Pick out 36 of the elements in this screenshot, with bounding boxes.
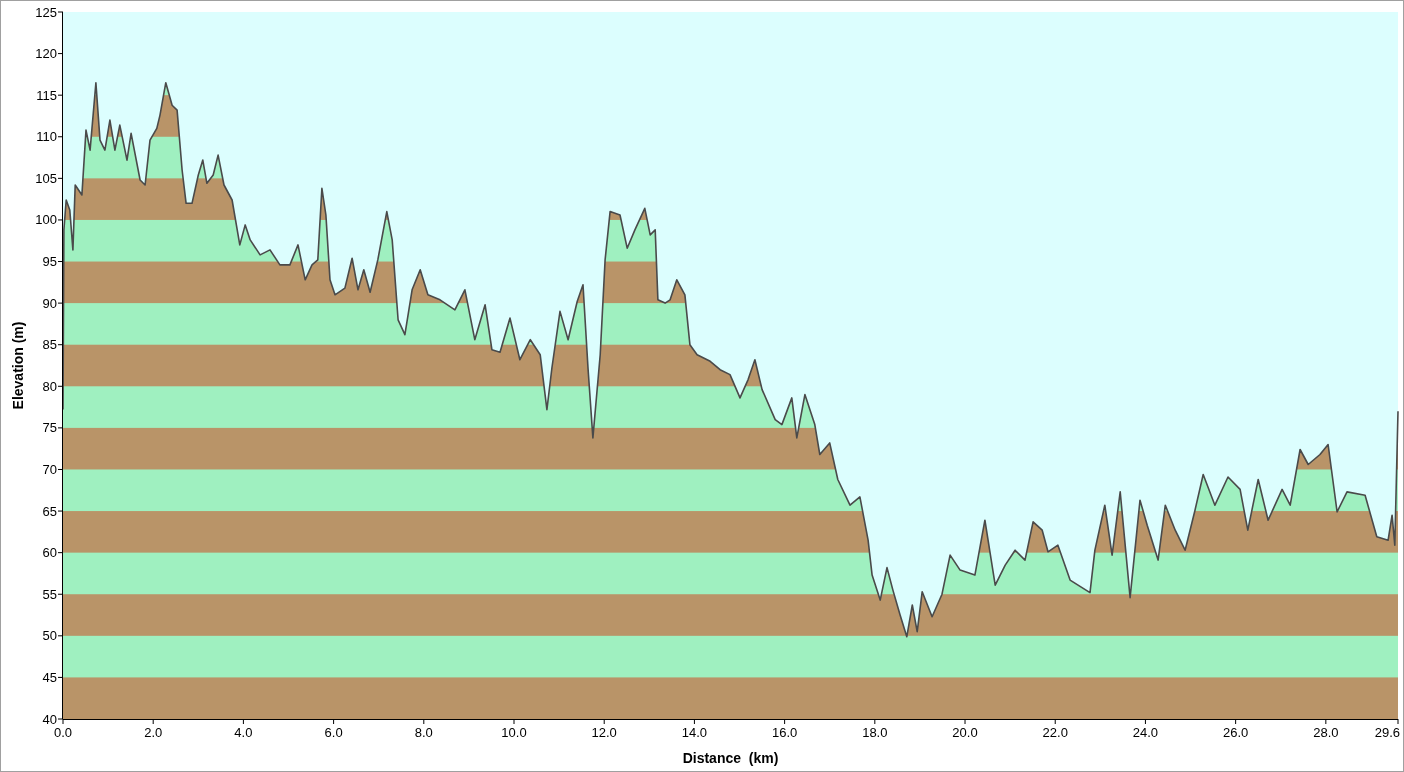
axis-tick-label: 60: [42, 545, 57, 561]
axis-tick-label: 26.0: [1223, 725, 1249, 740]
axis-tick-label: 29.6: [1374, 725, 1400, 740]
axis-tick-label: 75: [42, 420, 57, 436]
axis-tick-label: 10.0: [501, 725, 527, 740]
axis-tick-label: 6.0: [324, 725, 343, 740]
axis-tick-label: 24.0: [1132, 725, 1159, 740]
axis-tick-label: 14.0: [681, 725, 708, 740]
axis-tick-label: 28.0: [1313, 725, 1339, 740]
axis-tick-label: 70: [42, 461, 57, 477]
axis-tick-label: 8.0: [414, 725, 433, 740]
axis-tick-label: 115: [36, 87, 57, 103]
axis-tick-label: 2.0: [144, 725, 163, 740]
axis-tick-label: 65: [42, 503, 57, 519]
axis-tick-label: 105: [35, 170, 57, 186]
axis-tick-label: 55: [42, 586, 57, 602]
axis-tick-label: 12.0: [591, 725, 617, 740]
axis-tick-label: 18.0: [862, 725, 888, 740]
axis-tick-label: 50: [42, 628, 57, 644]
axis-tick-label: 40: [42, 711, 57, 727]
axis-title: Elevation (m): [10, 321, 26, 410]
axis-tick-label: 120: [35, 46, 57, 62]
axis-tick-label: 45: [42, 669, 57, 685]
axis-title: Distance (km): [682, 750, 779, 766]
axis-tick-label: 0.0: [53, 725, 73, 740]
axis-tick-label: 100: [35, 212, 57, 228]
axis-tick-label: 4.0: [234, 725, 253, 740]
axis-tick-label: 22.0: [1042, 725, 1068, 740]
axis-tick-label: 90: [42, 295, 57, 311]
axis-tick-label: 80: [42, 378, 57, 394]
axis-tick-label: 16.0: [771, 725, 798, 740]
axis-tick-label: 95: [42, 254, 57, 270]
axis-tick-label: 125: [35, 4, 57, 20]
axis-tick-label: 20.0: [952, 725, 978, 740]
axis-tick-label: 85: [42, 337, 57, 353]
axis-tick-label: 110: [36, 129, 57, 145]
